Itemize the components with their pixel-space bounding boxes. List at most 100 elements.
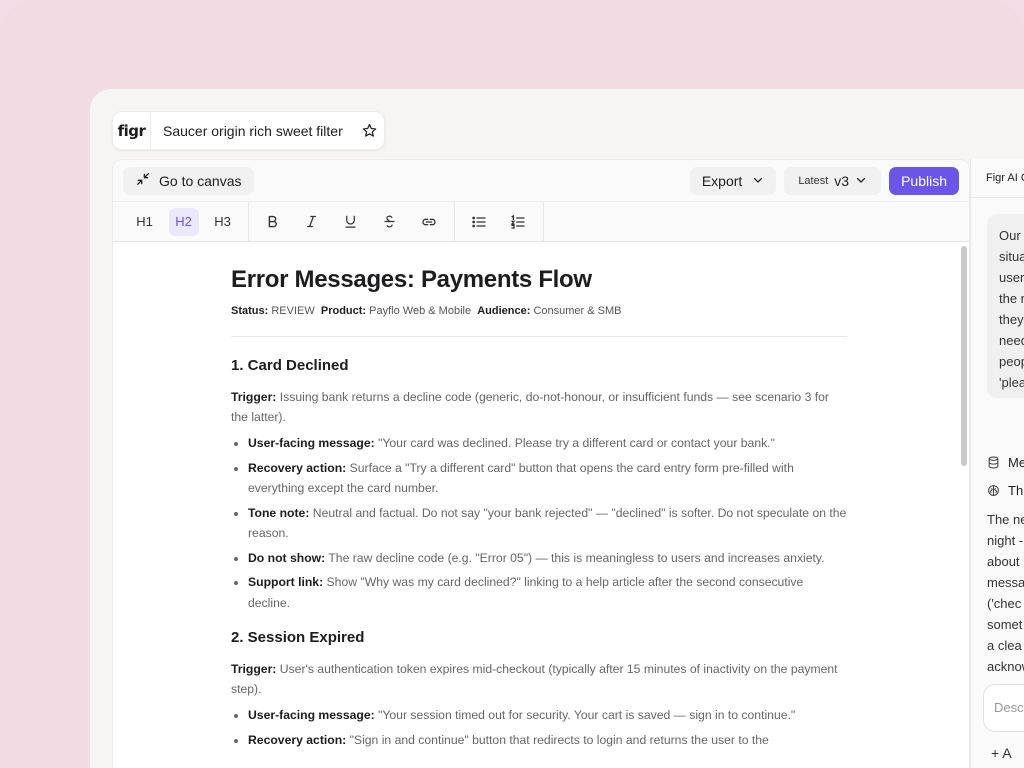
text-style-group: [253, 202, 455, 241]
version-tag: Latest: [798, 174, 829, 187]
ai-thinking-label: Th: [1008, 483, 1024, 498]
item-text: The raw decline code (e.g. "Error 05") —…: [328, 550, 825, 565]
list-item: Support link: Show "Why was my card decl…: [248, 572, 847, 613]
item-label: Recovery action:: [248, 460, 347, 475]
export-button[interactable]: Export: [689, 166, 777, 195]
collapse-arrows-icon: [135, 171, 151, 190]
document-content[interactable]: Error Messages: Payments Flow Status: RE…: [113, 242, 969, 768]
ai-chat-panel: Figr AI C Our situa user the r they need…: [970, 159, 1024, 768]
go-to-canvas-button[interactable]: Go to canvas: [123, 166, 254, 195]
heading-1-button[interactable]: H1: [130, 208, 160, 236]
ai-add-button[interactable]: + A: [991, 745, 1012, 761]
ai-panel-title: Figr AI C: [971, 159, 1024, 198]
version-label: v3: [834, 172, 850, 189]
document-meta: Status: REVIEW Product: Payflo Web & Mob…: [231, 305, 847, 317]
section-list: User-facing message: "Your session timed…: [231, 705, 847, 750]
section-heading: 2. Session Expired: [231, 629, 365, 646]
bubble-line: need: [999, 333, 1024, 348]
ai-source-row[interactable]: Me: [987, 455, 1024, 470]
ai-thinking-row[interactable]: Th: [987, 483, 1023, 498]
bubble-line: peop: [999, 354, 1024, 369]
response-line: ('chec: [987, 596, 1022, 611]
item-text: Show "Why was my card declined?" linking…: [248, 575, 804, 610]
section-trigger: Trigger: Issuing bank returns a decline …: [231, 387, 847, 427]
chevron-down-icon: [752, 173, 764, 189]
response-line: somet: [987, 617, 1023, 632]
ai-prompt-input[interactable]: Desc: [983, 684, 1024, 732]
product-label: Product:: [320, 305, 367, 317]
bullet-list-icon: [471, 216, 486, 227]
heading-3-button[interactable]: H3: [208, 208, 238, 236]
editor-topbar: Go to canvas Export Latest v3 Publish: [113, 160, 969, 202]
bubble-line: they: [999, 312, 1024, 327]
item-text: Neutral and factual. Do not say "your ba…: [248, 505, 847, 541]
trigger-text: Issuing bank returns a decline code (gen…: [231, 390, 829, 424]
database-icon: [988, 456, 999, 469]
item-text: "Sign in and continue" button that redir…: [349, 732, 769, 747]
response-line: night -: [987, 533, 1024, 548]
item-label: Tone note:: [248, 505, 310, 520]
response-line: acknow: [987, 659, 1024, 674]
scrollbar[interactable]: [961, 246, 967, 466]
publish-button[interactable]: Publish: [889, 166, 959, 195]
item-text: "Your session timed out for security. Yo…: [378, 708, 796, 722]
audience-value: Consumer & SMB: [533, 305, 622, 317]
bubble-line: 'plea: [999, 375, 1024, 390]
status-label: Status:: [231, 305, 269, 317]
h3-label: H3: [214, 214, 231, 229]
document-title-bar: figr Saucer origin rich sweet filter: [112, 111, 385, 150]
go-to-canvas-label: Go to canvas: [159, 172, 242, 189]
strikethrough-button[interactable]: [375, 208, 405, 236]
response-line: about: [987, 554, 1020, 569]
brain-icon: [988, 485, 999, 496]
underline-button[interactable]: [336, 208, 366, 236]
underline-icon: [345, 215, 356, 228]
heading-2-button[interactable]: H2: [168, 207, 199, 236]
bubble-line: situa: [999, 249, 1024, 264]
response-line: a clea: [987, 638, 1022, 653]
h1-label: H1: [136, 214, 153, 229]
list-item: Recovery action: "Sign in and continue" …: [248, 730, 847, 751]
figr-logo[interactable]: figr: [113, 112, 151, 149]
bubble-line: Our: [999, 228, 1021, 243]
export-label: Export: [701, 172, 743, 189]
list-item: Do not show: The raw decline code (e.g. …: [248, 548, 847, 569]
editor-panel: Go to canvas Export Latest v3 Publish H1…: [112, 159, 970, 768]
item-label: Support link:: [248, 575, 324, 589]
divider: [231, 336, 847, 337]
ai-response-text: The ne night - about messa ('chec somet …: [987, 509, 1024, 677]
bold-icon: [268, 215, 277, 228]
response-line: The ne: [987, 512, 1024, 527]
ai-source-label: Me: [1008, 455, 1024, 470]
document-title[interactable]: Saucer origin rich sweet filter: [151, 123, 354, 139]
document-heading: Error Messages: Payments Flow: [231, 266, 592, 293]
bubble-line: the r: [999, 291, 1024, 306]
star-icon[interactable]: [354, 123, 384, 138]
formatting-toolbar: H1 H2 H3: [113, 202, 969, 242]
italic-button[interactable]: [297, 208, 327, 236]
bullet-list-button[interactable]: [464, 208, 494, 236]
list-item: User-facing message: "Your card was decl…: [248, 433, 847, 454]
ai-message-bubble: Our situa user the r they need peop 'ple…: [987, 214, 1024, 398]
item-label: User-facing message:: [248, 436, 375, 450]
item-label: User-facing message:: [248, 708, 375, 722]
status-value: REVIEW: [271, 305, 315, 317]
response-line: messa: [987, 575, 1024, 590]
chevron-down-icon: [855, 173, 867, 189]
strikethrough-icon: [384, 215, 395, 228]
list-group: [459, 202, 544, 241]
bold-button[interactable]: [258, 208, 288, 236]
version-select[interactable]: Latest v3: [784, 166, 882, 195]
link-button[interactable]: [414, 208, 444, 236]
numbered-list-button[interactable]: [503, 208, 533, 236]
italic-icon: [307, 215, 316, 228]
trigger-label: Trigger:: [231, 390, 277, 404]
section-trigger: Trigger: User's authentication token exp…: [231, 659, 847, 699]
list-item: Recovery action: Surface a "Try a differ…: [248, 458, 847, 499]
product-value: Payflo Web & Mobile: [369, 305, 472, 317]
audience-label: Audience:: [477, 305, 531, 317]
item-label: Do not show:: [248, 550, 326, 565]
item-label: Recovery action:: [248, 732, 347, 747]
document-body: Error Messages: Payments Flow Status: RE…: [231, 266, 847, 766]
bubble-line: user: [999, 270, 1024, 285]
